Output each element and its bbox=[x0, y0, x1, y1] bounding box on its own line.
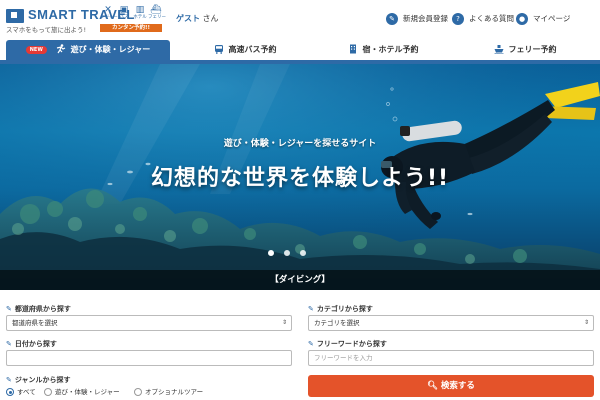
genre-label: ✎ ジャンルから探す bbox=[6, 376, 71, 384]
search-icon: 🔍︎ bbox=[427, 381, 438, 391]
logo-tagline: スマホをもって旅に出よう! bbox=[6, 26, 87, 34]
bus-icon bbox=[214, 45, 223, 54]
faq-link[interactable]: ? よくある質問 bbox=[452, 12, 514, 26]
pencil-icon: ✎ bbox=[6, 305, 12, 313]
pencil-icon: ✎ bbox=[6, 376, 12, 384]
select-arrows-icon: ⇕ bbox=[281, 319, 287, 326]
tab-ferry[interactable]: フェリー予約 bbox=[484, 40, 566, 60]
genre-radio-all[interactable]: すべて bbox=[6, 387, 36, 397]
slider-dot-2[interactable] bbox=[284, 250, 290, 256]
ticket-icon: ✕ bbox=[104, 5, 112, 15]
radio-unchecked-icon bbox=[134, 388, 142, 396]
hero-subtitle: 遊び・体験・レジャーを探せるサイト bbox=[223, 139, 377, 149]
pencil-icon: ✎ bbox=[6, 340, 12, 348]
main-nav: NEW 遊び・体験・レジャー 高速バス予約 宿・ホテル予約 フェリー予約 bbox=[0, 40, 600, 64]
header-links: ✎ 新規会員登録 ? よくある質問 ● マイページ bbox=[386, 12, 586, 26]
category-select[interactable]: カテゴリを選択 ⇕ bbox=[308, 315, 594, 331]
tab-hotel[interactable]: 宿・ホテル予約 bbox=[336, 40, 430, 60]
prefecture-label: ✎ 都道府県から探す bbox=[6, 305, 71, 313]
radio-unchecked-icon bbox=[44, 388, 52, 396]
guest-suffix: さん bbox=[202, 14, 219, 23]
ferry-icon: ⛴ bbox=[150, 5, 162, 15]
hero-title: 幻想的な世界を体験しよう!! bbox=[150, 166, 450, 191]
pencil-icon: ✎ bbox=[308, 305, 314, 313]
date-label: ✎ 日付から探す bbox=[6, 340, 57, 348]
date-input[interactable] bbox=[6, 350, 292, 366]
search-button[interactable]: 🔍︎ 検索する bbox=[308, 375, 594, 397]
user-icon: ● bbox=[516, 13, 528, 25]
service-hotel: ▥ ホテル bbox=[133, 5, 147, 20]
register-link[interactable]: ✎ 新規会員登録 bbox=[386, 12, 448, 26]
site-header: SMART TRAVEL スマホをもって旅に出よう! ✕ レジャー ▣ バス ▥… bbox=[0, 0, 600, 40]
prefecture-select[interactable]: 都道府県を選択 ⇕ bbox=[6, 315, 292, 331]
slider-dot-3[interactable] bbox=[300, 250, 306, 256]
genre-radio-leisure[interactable]: 遊び・体験・レジャー bbox=[44, 387, 120, 397]
hotel-icon: ▥ bbox=[135, 5, 145, 15]
genre-radio-optional-tour[interactable]: オプショナルツアー bbox=[134, 387, 203, 397]
guest-greeting: ゲスト さん bbox=[176, 13, 219, 24]
service-leisure: ✕ レジャー bbox=[100, 5, 118, 20]
activity-icon bbox=[56, 44, 65, 54]
select-arrows-icon: ⇕ bbox=[583, 319, 589, 326]
ferry-icon bbox=[493, 45, 504, 54]
genre-radio-group: すべて 遊び・体験・レジャー オプショナルツアー bbox=[6, 387, 296, 397]
keyword-input[interactable] bbox=[308, 350, 594, 366]
tab-bus[interactable]: 高速バス予約 bbox=[200, 40, 290, 60]
slide-caption: 【ダイビング】 bbox=[0, 270, 600, 290]
keyword-field[interactable] bbox=[314, 351, 593, 365]
hotel-icon bbox=[349, 44, 356, 54]
question-icon: ? bbox=[452, 13, 464, 25]
easy-booking-badge: カンタン予約!! bbox=[100, 24, 162, 32]
bus-icon: ▣ bbox=[119, 5, 129, 15]
edit-icon: ✎ bbox=[386, 13, 398, 25]
date-field[interactable] bbox=[12, 351, 291, 365]
slider-dot-1[interactable] bbox=[268, 250, 274, 256]
tab-leisure[interactable]: NEW 遊び・体験・レジャー bbox=[6, 40, 170, 60]
service-bus: ▣ バス bbox=[116, 5, 132, 21]
mypage-link[interactable]: ● マイページ bbox=[516, 12, 570, 26]
hero-slider[interactable]: 遊び・体験・レジャーを探せるサイト 幻想的な世界を体験しよう!! 【ダイビング】 bbox=[0, 64, 600, 290]
guest-name: ゲスト bbox=[176, 14, 200, 23]
search-form: ✎ 都道府県から探す 都道府県を選択 ⇕ ✎ カテゴリから探す カテゴリを選択 ⇕ … bbox=[0, 290, 600, 400]
logo-mark-icon bbox=[6, 9, 24, 23]
radio-checked-icon bbox=[6, 388, 14, 396]
service-ferry: ⛴ フェリー bbox=[148, 5, 166, 20]
category-label: ✎ カテゴリから探す bbox=[308, 305, 373, 313]
keyword-label: ✎ フリーワードから探す bbox=[308, 340, 387, 348]
new-badge: NEW bbox=[25, 46, 47, 54]
service-icons: ✕ レジャー ▣ バス ▥ ホテル ⛴ フェリー bbox=[100, 5, 166, 23]
pencil-icon: ✎ bbox=[308, 340, 314, 348]
